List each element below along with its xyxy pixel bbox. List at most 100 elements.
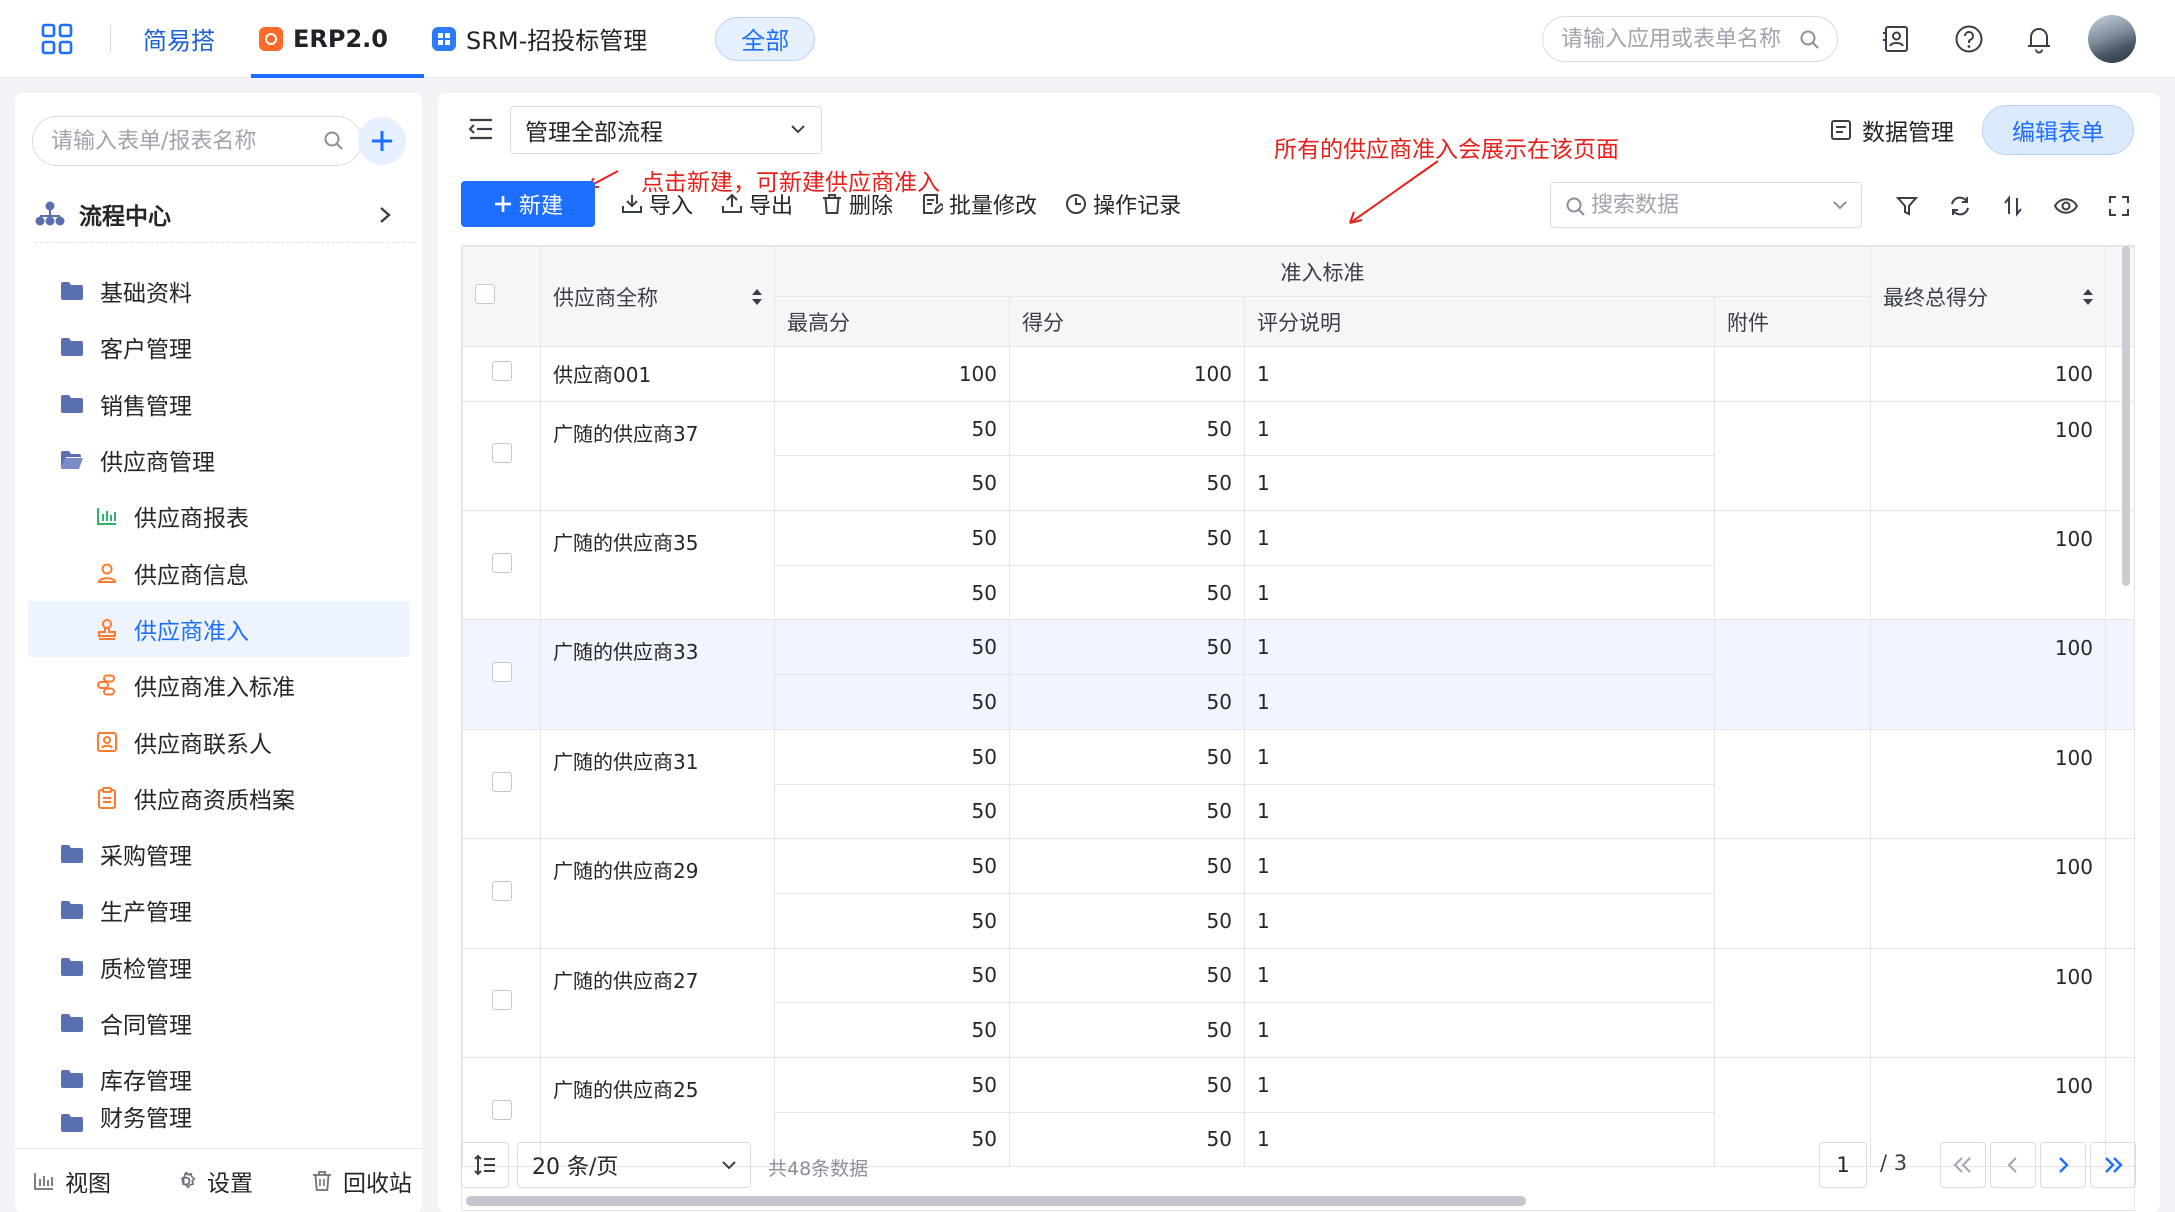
edit-form-button[interactable]: 编辑表单: [1982, 105, 2134, 155]
checkbox[interactable]: [491, 662, 512, 683]
table-row[interactable]: 广随的供应商35 50 50 1 100: [462, 510, 2134, 621]
tab-srm[interactable]: SRM-招投标管理: [431, 0, 647, 78]
import-button[interactable]: 导入: [621, 188, 693, 220]
export-button[interactable]: 导出: [721, 188, 793, 220]
eye-icon[interactable]: [2053, 193, 2079, 219]
global-search-input[interactable]: [1561, 26, 1791, 52]
fullscreen-icon[interactable]: [2106, 193, 2132, 219]
delete-button[interactable]: 删除: [821, 188, 893, 220]
row-checkbox[interactable]: [462, 400, 541, 512]
settings-button[interactable]: 设置: [175, 1164, 253, 1198]
col-final-score[interactable]: 最终总得分: [1870, 246, 2106, 347]
cell-overflow: [2105, 728, 2134, 840]
horizontal-scrollbar[interactable]: [466, 1196, 1526, 1206]
checkbox[interactable]: [491, 552, 512, 573]
row-checkbox[interactable]: [462, 728, 541, 840]
select-all-checkbox[interactable]: [462, 246, 541, 347]
view-button[interactable]: 视图: [33, 1164, 111, 1198]
user-avatar[interactable]: [2088, 15, 2136, 63]
folder-icon: [61, 282, 83, 301]
vertical-scrollbar[interactable]: [2122, 246, 2130, 586]
row-density-button[interactable]: [461, 1142, 509, 1188]
cell-description: 1: [1244, 728, 1715, 785]
row-checkbox[interactable]: [462, 510, 541, 621]
data-search-input[interactable]: [1591, 192, 1821, 218]
sort-arrows-icon[interactable]: [750, 286, 764, 308]
checkbox[interactable]: [491, 990, 512, 1011]
checkbox[interactable]: [491, 771, 512, 792]
all-apps-pill[interactable]: 全部: [715, 16, 816, 61]
trash-icon: [313, 1170, 331, 1191]
row-checkbox[interactable]: [462, 947, 541, 1058]
page-size-select[interactable]: 20 条/页: [517, 1142, 751, 1188]
table-row[interactable]: 供应商001 100 100 1 100: [462, 346, 2134, 402]
prev-page-button[interactable]: [1990, 1142, 2036, 1188]
sidebar-item-supplier-report[interactable]: 供应商报表: [28, 488, 409, 544]
sidebar-item-contract[interactable]: 合同管理: [28, 995, 409, 1051]
sidebar-item-supplier-contact[interactable]: 供应商联系人: [28, 713, 409, 769]
sidebar-item-basic-data[interactable]: 基础资料: [28, 263, 409, 319]
sidebar-item-qualification[interactable]: 供应商资质档案: [28, 770, 409, 826]
form-search-input[interactable]: [51, 128, 311, 154]
batch-edit-button[interactable]: 批量修改: [921, 188, 1037, 220]
next-page-button[interactable]: [2040, 1142, 2086, 1188]
cell-description: 1: [1244, 564, 1715, 621]
checkbox[interactable]: [491, 1099, 512, 1120]
sidebar: 流程中心 基础资料 客户管理 销售管理 供应商管理 供应商报表 供应商信息: [15, 93, 422, 1212]
table-row[interactable]: 广随的供应商27 50 50 1 100: [462, 947, 2134, 1058]
last-page-button[interactable]: [2090, 1142, 2136, 1188]
sidebar-item-purchase[interactable]: 采购管理: [28, 826, 409, 882]
sort-arrows-icon[interactable]: [2081, 286, 2095, 308]
sidebar-item-supplier-info[interactable]: 供应商信息: [28, 544, 409, 600]
help-icon[interactable]: [1954, 24, 1984, 54]
contacts-icon[interactable]: [1882, 24, 1912, 54]
global-search[interactable]: [1542, 16, 1838, 62]
page-number-input[interactable]: 1: [1819, 1142, 1867, 1188]
cell-max-score: 50: [774, 564, 1010, 621]
filter-icon[interactable]: [1894, 193, 1920, 219]
refresh-icon[interactable]: [1947, 193, 1973, 219]
new-button[interactable]: 新建: [461, 181, 595, 227]
tab-jianyida[interactable]: 简易搭: [143, 0, 215, 78]
row-checkbox[interactable]: [462, 838, 541, 949]
table-row[interactable]: 广随的供应商37 50 50 1 100: [462, 400, 2134, 512]
bell-icon[interactable]: [2024, 24, 2054, 54]
table-row[interactable]: 广随的供应商31 50 50 1 100: [462, 728, 2134, 840]
col-supplier-name[interactable]: 供应商全称: [540, 246, 775, 347]
form-search[interactable]: [32, 116, 362, 166]
sidebar-item-quality[interactable]: 质检管理: [28, 939, 409, 995]
top-divider: [110, 24, 111, 53]
sidebar-item-sales[interactable]: 销售管理: [28, 376, 409, 432]
checkbox[interactable]: [491, 880, 512, 901]
col-score: 得分: [1009, 296, 1245, 347]
operation-log-button[interactable]: 操作记录: [1065, 188, 1181, 220]
row-checkbox[interactable]: [462, 619, 541, 730]
row-checkbox[interactable]: [462, 346, 541, 402]
table-row[interactable]: 广随的供应商25 50 50 1 100: [462, 1056, 2134, 1168]
checkbox[interactable]: [491, 361, 512, 382]
checkbox[interactable]: [491, 443, 512, 464]
app-grid-icon[interactable]: [40, 22, 74, 56]
sidebar-item-production[interactable]: 生产管理: [28, 882, 409, 938]
sort-icon[interactable]: [2000, 193, 2026, 219]
sidebar-item-inventory[interactable]: 库存管理: [28, 1051, 409, 1107]
sidebar-item-admission-standard[interactable]: 供应商准入标准: [28, 657, 409, 713]
double-chevron-right-icon: [2105, 1157, 2123, 1173]
sidebar-item-supplier[interactable]: 供应商管理: [28, 432, 409, 488]
recycle-bin-button[interactable]: 回收站: [311, 1164, 412, 1198]
gear-icon: [180, 1170, 196, 1189]
data-search[interactable]: [1550, 182, 1862, 228]
flow-center[interactable]: 流程中心: [35, 193, 415, 243]
tab-erp[interactable]: ERP2.0: [251, 0, 424, 78]
sidebar-item-supplier-admission[interactable]: 供应商准入: [28, 600, 409, 658]
sidebar-item-finance[interactable]: 财务管理: [28, 1107, 409, 1133]
first-page-button[interactable]: [1940, 1142, 1986, 1188]
data-management-button[interactable]: 数据管理: [1830, 113, 1954, 147]
table-row-highlighted[interactable]: 广随的供应商33 50 50 1 100: [462, 619, 2134, 730]
sidebar-item-customer[interactable]: 客户管理: [28, 319, 409, 375]
checkbox[interactable]: [475, 284, 495, 304]
add-form-button[interactable]: [358, 117, 406, 165]
search-icon: [324, 131, 343, 150]
table-row[interactable]: 广随的供应商29 50 50 1 100: [462, 838, 2134, 949]
cell-final-score: 100: [1870, 728, 2106, 840]
